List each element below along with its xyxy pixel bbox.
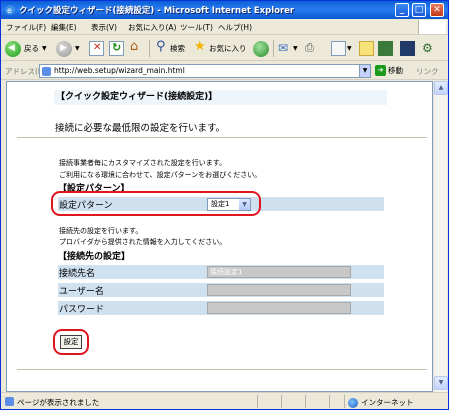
chevron-down-icon: ▼ (75, 45, 80, 52)
divider (17, 369, 427, 370)
chevron-down-icon: ▼ (42, 45, 47, 52)
edit-button[interactable]: ▼ (331, 39, 352, 58)
forward-button[interactable]: ▼ (56, 39, 80, 58)
mail-icon: ✉ (278, 41, 289, 55)
go-button[interactable]: ➔ 移動 (375, 65, 403, 76)
menu-favorites[interactable]: お気に入り(A) (128, 22, 176, 33)
menu-tools[interactable]: ツール(T) (180, 22, 213, 33)
chevron-down-icon: ▼ (293, 45, 298, 52)
stop-button[interactable] (89, 39, 104, 58)
password-field[interactable] (207, 302, 351, 314)
print-icon: ⎙ (305, 41, 314, 54)
research-button[interactable] (400, 39, 415, 58)
toolbar-separator (149, 40, 150, 57)
username-label: ユーザー名 (59, 287, 104, 297)
tools-button[interactable]: ⚙ (422, 39, 437, 58)
address-dropdown-button[interactable]: ▼ (359, 64, 371, 78)
search-button[interactable]: 検索 (154, 39, 185, 58)
back-button[interactable]: 戻る ▼ (5, 39, 47, 58)
home-button[interactable] (129, 39, 144, 58)
connection-name-label: 接続先名 (59, 269, 96, 279)
address-input[interactable]: http://web.setup/wizard_main.html (39, 64, 360, 78)
menu-bar: ファイル(F) 編集(E) 表示(V) お気に入り(A) ツール(T) ヘルプ(… (1, 19, 448, 35)
forward-arrow-icon (56, 40, 72, 57)
mail-button[interactable]: ✉ ▼ (278, 39, 298, 58)
folder-icon (359, 41, 374, 56)
highlight-ring (51, 191, 261, 216)
menu-edit[interactable]: 編集(E) (51, 22, 77, 33)
vertical-scrollbar[interactable]: ▲ ▼ (433, 81, 448, 392)
toolbar-separator (273, 40, 274, 57)
page-title: 【クイック設定ウィザード(接続設定)】 (54, 90, 387, 105)
connection-description-2: プロバイダから提供された情報を入力してください。 (59, 238, 227, 246)
star-icon (193, 39, 208, 56)
close-button[interactable]: ✕ (430, 3, 444, 17)
status-text: ページが表示されました (17, 398, 100, 407)
minimize-button[interactable]: _ (395, 3, 409, 17)
back-label: 戻る (24, 44, 39, 53)
go-label: 移動 (388, 66, 403, 75)
pattern-description-1: 接続事業者毎にカスタマイズされた設定を行います。 (59, 159, 227, 167)
window-title: クイック設定ウィザード(接続設定) - Microsoft Internet E… (19, 6, 295, 16)
connection-description-1: 接続先の設定を行います。 (59, 227, 143, 235)
refresh-icon (109, 41, 124, 56)
highlight-ring (53, 329, 89, 355)
browser-window: e クイック設定ウィザード(接続設定) - Microsoft Internet… (0, 0, 449, 410)
back-arrow-icon (5, 40, 21, 57)
globe-icon (348, 397, 358, 408)
status-separator (329, 395, 330, 408)
edit-icon (331, 41, 346, 56)
title-bar: e クイック設定ウィザード(接続設定) - Microsoft Internet… (1, 1, 448, 19)
history-icon (253, 40, 269, 57)
scroll-down-icon[interactable]: ▼ (434, 376, 448, 390)
connection-name-field[interactable]: 接続設定1 (207, 266, 351, 278)
research-icon (400, 41, 415, 56)
divider (17, 137, 427, 138)
messenger-icon (378, 41, 393, 56)
go-arrow-icon: ➔ (375, 65, 386, 76)
password-label: パスワード (59, 305, 105, 315)
status-separator (257, 395, 258, 408)
gear-icon: ⚙ (422, 41, 433, 55)
page-icon (5, 397, 14, 406)
svg-text:e: e (7, 6, 12, 15)
toolbar: 戻る ▼ ▼ 検索 お気に入り ✉ ▼ (1, 36, 448, 61)
security-zone: インターネット (348, 397, 414, 408)
refresh-button[interactable] (109, 39, 124, 58)
search-icon (154, 39, 169, 56)
search-label: 検索 (170, 44, 185, 53)
menu-file[interactable]: ファイル(F) (6, 22, 46, 33)
history-button[interactable] (253, 39, 269, 58)
stop-icon (89, 41, 104, 56)
discuss-button[interactable] (359, 39, 374, 58)
menu-view[interactable]: 表示(V) (91, 22, 117, 33)
zone-label: インターネット (361, 398, 414, 407)
status-separator (305, 395, 306, 408)
favorites-button[interactable]: お気に入り (193, 39, 247, 58)
links-button[interactable]: リンク (416, 66, 439, 77)
address-url: http://web.setup/wizard_main.html (54, 66, 185, 75)
status-separator (281, 395, 282, 408)
address-bar: アドレス(D) http://web.setup/wizard_main.htm… (1, 62, 448, 80)
scroll-up-icon[interactable]: ▲ (434, 81, 448, 95)
username-field[interactable] (207, 284, 351, 296)
chevron-down-icon: ▼ (347, 45, 352, 52)
menu-help[interactable]: ヘルプ(H) (218, 22, 252, 33)
status-separator (344, 395, 345, 408)
status-bar: ページが表示されました インターネット (1, 392, 448, 409)
maximize-button[interactable]: □ (412, 3, 426, 17)
connection-section-heading: 【接続先の設定】 (58, 252, 131, 262)
pattern-description-2: ご利用になる環境に合わせて、設定パターンをお選びください。 (59, 171, 262, 179)
intro-text: 接続に必要な最低限の設定を行います。 (55, 123, 226, 134)
messenger-button[interactable] (378, 39, 393, 58)
favorites-label: お気に入り (209, 44, 247, 53)
print-button[interactable]: ⎙ (305, 39, 320, 58)
page-icon (42, 67, 51, 76)
page-content: 【クイック設定ウィザード(接続設定)】 接続に必要な最低限の設定を行います。 接… (6, 81, 433, 392)
ie-icon: e (5, 5, 15, 15)
windows-logo-icon (418, 20, 446, 34)
home-icon (129, 39, 144, 56)
